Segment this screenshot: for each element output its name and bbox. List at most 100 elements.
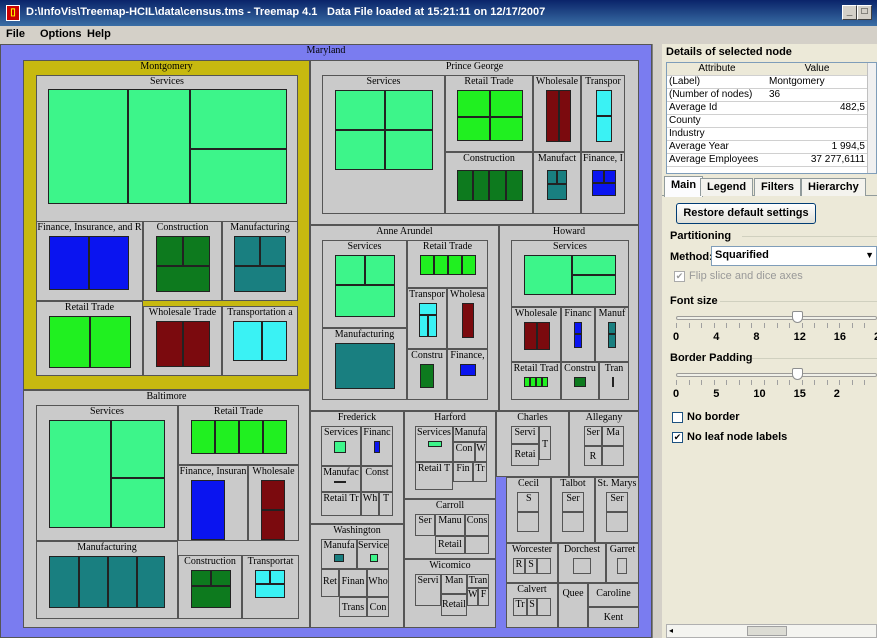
leaf-cell[interactable] bbox=[239, 420, 263, 454]
industry-manufacturing[interactable]: Manufacturing bbox=[222, 221, 298, 301]
column-header-value[interactable]: Value bbox=[769, 63, 865, 74]
tab-legend[interactable]: Legend bbox=[700, 178, 754, 196]
industry-finance[interactable]: Financ bbox=[561, 307, 595, 362]
industry-construction[interactable]: Con bbox=[367, 597, 389, 617]
leaf-cell[interactable] bbox=[457, 90, 490, 117]
leaf-cell[interactable] bbox=[334, 441, 346, 453]
border-padding-track[interactable] bbox=[676, 373, 877, 377]
leaf-cell[interactable] bbox=[137, 556, 165, 608]
leaf-cell[interactable] bbox=[537, 322, 550, 350]
leaf-cell[interactable] bbox=[211, 570, 231, 586]
leaf-cell[interactable] bbox=[49, 420, 111, 528]
leaf-cell[interactable] bbox=[335, 90, 385, 130]
industry-services[interactable]: Services bbox=[322, 240, 407, 328]
leaf-cell[interactable] bbox=[365, 255, 395, 285]
industry-transportation[interactable]: Tr bbox=[473, 462, 487, 482]
industry-wholesale[interactable]: Who bbox=[367, 569, 389, 597]
county-frederick[interactable]: Frederick Services Financ Manufac Const … bbox=[310, 411, 404, 524]
leaf-cell[interactable] bbox=[604, 170, 616, 183]
leaf-cell[interactable] bbox=[261, 510, 285, 540]
industry-wholesale[interactable]: Wholesale bbox=[511, 307, 561, 362]
industry-retail[interactable]: Retail bbox=[435, 536, 465, 554]
leaf-cell[interactable] bbox=[385, 130, 433, 170]
leaf-cell[interactable] bbox=[111, 420, 165, 478]
leaf-cell[interactable] bbox=[457, 170, 473, 201]
industry-retail[interactable]: Retail Trade bbox=[178, 405, 299, 465]
county-carroll[interactable]: Carroll Ser Manu Cons Retail bbox=[404, 499, 496, 559]
industry-transportation[interactable]: Transpor bbox=[407, 288, 447, 349]
leaf-cell[interactable] bbox=[462, 255, 476, 275]
industry-other[interactable] bbox=[573, 558, 591, 574]
leaf-cell[interactable] bbox=[574, 322, 582, 334]
tab-hierarchy[interactable]: Hierarchy bbox=[801, 178, 866, 196]
industry-other[interactable] bbox=[602, 446, 624, 466]
leaf-cell[interactable] bbox=[335, 285, 395, 317]
industry-wholesale[interactable]: Wh bbox=[361, 492, 379, 516]
industry-other[interactable] bbox=[537, 558, 551, 574]
leaf-cell[interactable] bbox=[156, 236, 183, 266]
industry-services[interactable]: Services bbox=[415, 426, 453, 462]
table-row[interactable]: Average Employees 37 277,6111 bbox=[667, 154, 867, 167]
leaf-cell[interactable] bbox=[385, 90, 433, 130]
industry-wholesale[interactable]: W bbox=[475, 442, 487, 462]
county-calvert[interactable]: Calvert Tr S bbox=[506, 583, 558, 628]
industry-other[interactable] bbox=[617, 558, 627, 574]
leaf-cell[interactable] bbox=[234, 266, 286, 292]
county-montgomery[interactable]: Montgomery Services Finance, Insurance, … bbox=[23, 60, 310, 390]
county-baltimore[interactable]: Baltimore Services Retail Trade Finance,… bbox=[23, 390, 310, 628]
leaf-cell[interactable] bbox=[574, 334, 582, 348]
industry-construction[interactable]: Con bbox=[453, 442, 475, 462]
industry-manufacturing[interactable]: Manufac bbox=[321, 466, 361, 492]
leaf-cell[interactable] bbox=[128, 89, 190, 204]
industry-manufacturing[interactable]: Man bbox=[441, 574, 467, 594]
leaf-cell[interactable] bbox=[335, 255, 365, 285]
industry-construction[interactable]: Constru bbox=[407, 349, 447, 400]
menu-options[interactable]: Options bbox=[40, 28, 82, 40]
industry-construction[interactable]: Const bbox=[361, 466, 393, 492]
industry-services[interactable]: S bbox=[527, 598, 537, 616]
industry-finance[interactable]: Finan bbox=[339, 569, 367, 597]
industry-manufacturing[interactable]: Manuf bbox=[595, 307, 629, 362]
county-queen-annes[interactable]: Quee bbox=[558, 583, 588, 628]
industry-services[interactable]: Services bbox=[511, 240, 629, 307]
industry-manufacturing[interactable]: Ma bbox=[602, 426, 624, 446]
industry-services[interactable]: Servi bbox=[415, 574, 441, 606]
industry-manufacturing[interactable]: Manufact bbox=[533, 152, 581, 214]
menu-file[interactable]: File bbox=[6, 28, 25, 40]
leaf-cell[interactable] bbox=[234, 236, 260, 266]
leaf-cell[interactable] bbox=[490, 117, 523, 141]
leaf-cell[interactable] bbox=[111, 478, 165, 528]
maximize-button[interactable]: □ bbox=[857, 5, 872, 20]
leaf-cell[interactable] bbox=[156, 266, 210, 292]
leaf-cell[interactable] bbox=[49, 236, 89, 290]
leaf-cell[interactable] bbox=[335, 343, 395, 389]
industry-construction[interactable]: Cons bbox=[465, 514, 489, 536]
industry-transportation[interactable]: Transpor bbox=[581, 75, 625, 152]
leaf-cell[interactable] bbox=[334, 481, 346, 483]
leaf-cell[interactable] bbox=[596, 90, 612, 116]
horizontal-scrollbar[interactable]: ◂ bbox=[666, 624, 877, 638]
leaf-cell[interactable] bbox=[233, 321, 262, 361]
leaf-cell[interactable] bbox=[374, 441, 380, 453]
industry-transportation[interactable]: Transportat bbox=[242, 555, 299, 619]
industry-finance[interactable]: Finance, bbox=[447, 349, 488, 400]
industry-manufacturing[interactable]: Manu bbox=[435, 514, 465, 536]
leaf-cell[interactable] bbox=[420, 364, 434, 388]
county-st-marys[interactable]: St. Marys Ser bbox=[595, 477, 639, 543]
treemap-app-icon[interactable]: ▯ bbox=[6, 5, 20, 21]
tab-filters[interactable]: Filters bbox=[754, 178, 802, 196]
leaf-cell[interactable] bbox=[506, 170, 523, 201]
county-caroline[interactable]: Caroline bbox=[588, 583, 639, 607]
leaf-cell[interactable] bbox=[89, 236, 129, 290]
industry-construction[interactable]: Construction bbox=[445, 152, 533, 214]
industry-finance[interactable]: Financ bbox=[361, 426, 393, 466]
leaf-cell[interactable] bbox=[270, 570, 285, 584]
industry-transportation[interactable]: Tran bbox=[599, 362, 629, 400]
leaf-cell[interactable] bbox=[419, 315, 428, 337]
leaf-cell[interactable] bbox=[448, 255, 462, 275]
font-size-track[interactable] bbox=[676, 316, 877, 320]
details-scrollbar[interactable] bbox=[867, 63, 876, 173]
industry-retail[interactable]: Retail T bbox=[415, 462, 453, 490]
industry-services[interactable]: Ser bbox=[584, 426, 602, 446]
industry-services[interactable]: Ser bbox=[606, 492, 628, 512]
